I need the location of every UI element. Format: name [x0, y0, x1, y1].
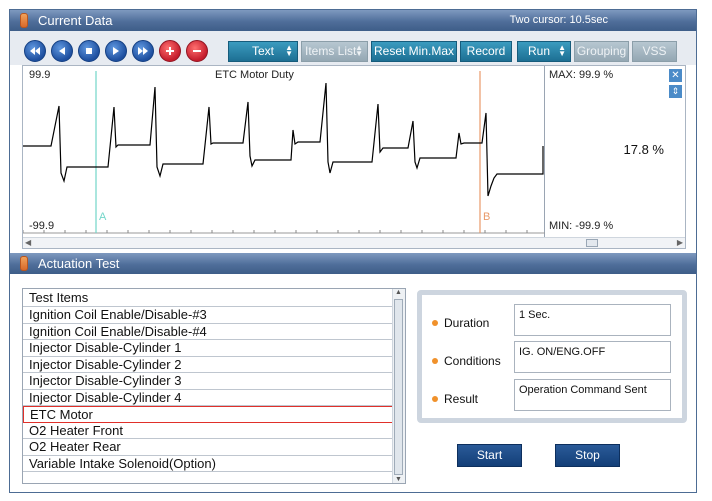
- scroll-thumb[interactable]: [586, 239, 598, 247]
- items-list-select[interactable]: Items List ▲ ▼: [301, 41, 368, 62]
- minus-icon: [193, 50, 201, 52]
- spinner-icon: ▲ ▼: [558, 43, 566, 58]
- cursor-info: Two cursor: 10.5sec: [509, 14, 608, 26]
- list-item[interactable]: Injector Disable-Cylinder 2: [23, 357, 393, 373]
- list-item[interactable]: Injector Disable-Cylinder 3: [23, 373, 393, 390]
- max-value: MAX: 99.9 %: [549, 69, 614, 81]
- run-select[interactable]: Run ▲ ▼: [517, 41, 571, 62]
- list-item[interactable]: Injector Disable-Cylinder 4: [23, 390, 393, 406]
- spinner-icon: ▲ ▼: [285, 43, 293, 58]
- list-item-selected[interactable]: ETC Motor: [23, 406, 393, 423]
- main-window: Current Data Two cursor: 10.5sec Text ▲ ▼: [9, 9, 697, 493]
- result-label: Result: [432, 392, 478, 406]
- fast-forward-icon: [138, 47, 148, 55]
- current-data-title: Current Data: [38, 13, 113, 28]
- close-icon: ✕: [671, 70, 680, 81]
- value-sidebar: MAX: 99.9 % 17.8 % MIN: -99.9 % ✕ ⇕: [546, 66, 686, 237]
- list-item[interactable]: O2 Heater Front: [23, 423, 393, 439]
- list-header: Test Items: [23, 290, 393, 307]
- text-select-label: Text: [251, 44, 274, 58]
- plus-icon: [166, 47, 174, 55]
- up-down-icon: ⇕: [671, 86, 680, 96]
- list-item[interactable]: O2 Heater Rear: [23, 439, 393, 456]
- list-item[interactable]: Ignition Coil Enable/Disable-#4: [23, 324, 393, 340]
- scroll-right-icon[interactable]: ▶: [677, 238, 683, 248]
- y-max-label: 99.9: [29, 69, 51, 81]
- horizontal-scrollbar[interactable]: ◀ ▶: [23, 237, 685, 248]
- chart-title: ETC Motor Duty: [215, 69, 294, 81]
- bullet-icon: [432, 396, 438, 402]
- test-info-panel: Duration 1 Sec. Conditions IG. ON/ENG.OF…: [417, 290, 687, 423]
- panel-handle-icon: [20, 13, 28, 28]
- actuation-test-title: Actuation Test: [38, 256, 120, 271]
- rewind-icon: [30, 47, 40, 55]
- previous-button[interactable]: [51, 40, 73, 62]
- conditions-value: IG. ON/ENG.OFF: [514, 341, 671, 373]
- cursor-a-label: A: [99, 211, 107, 223]
- y-min-label: -99.9: [29, 220, 55, 232]
- current-value: 17.8 %: [623, 142, 664, 157]
- scale-toggle-button[interactable]: ⇕: [669, 85, 682, 98]
- list-item[interactable]: Ignition Coil Enable/Disable-#3: [23, 307, 393, 324]
- record-button[interactable]: Record: [460, 41, 512, 62]
- reset-min-max-button[interactable]: Reset Min.Max: [371, 41, 457, 62]
- fast-forward-button[interactable]: [132, 40, 154, 62]
- rewind-button[interactable]: [24, 40, 46, 62]
- scroll-down-icon[interactable]: ▼: [395, 476, 402, 483]
- zoom-out-button[interactable]: [186, 40, 208, 62]
- start-button[interactable]: Start: [457, 444, 522, 467]
- grouping-button[interactable]: Grouping: [574, 41, 629, 62]
- cursor-b-label: B: [483, 211, 491, 223]
- graph-area: 99.9 -99.9 ETC Motor Duty A B MAX: 99.9 …: [22, 65, 686, 249]
- next-button[interactable]: [105, 40, 127, 62]
- stop-button[interactable]: Stop: [555, 444, 620, 467]
- bullet-icon: [432, 320, 438, 326]
- zoom-in-button[interactable]: [159, 40, 181, 62]
- current-data-header: Current Data Two cursor: 10.5sec: [10, 10, 696, 31]
- list-item[interactable]: Variable Intake Solenoid(Option): [23, 456, 393, 472]
- conditions-label: Conditions: [432, 354, 501, 368]
- test-items-list: Test Items Ignition Coil Enable/Disable-…: [22, 288, 406, 484]
- min-value: MIN: -99.9 %: [549, 220, 614, 232]
- list-scrollbar[interactable]: ▲ ▼: [392, 289, 405, 483]
- stop-playback-button[interactable]: [78, 40, 100, 62]
- list-item[interactable]: Injector Disable-Cylinder 1: [23, 340, 393, 357]
- scroll-left-icon[interactable]: ◀: [25, 238, 31, 248]
- play-back-icon: [59, 47, 65, 55]
- items-list-label: Items List: [305, 44, 357, 58]
- duration-label: Duration: [432, 316, 489, 330]
- bullet-icon: [432, 358, 438, 364]
- play-icon: [113, 47, 119, 55]
- actuation-test-header: Actuation Test: [10, 253, 696, 274]
- list-scroll-thumb[interactable]: [394, 299, 403, 475]
- graph-toolbar: Text ▲ ▼ Items List ▲ ▼ Reset Min.Max Reco…: [10, 31, 696, 65]
- text-select[interactable]: Text ▲ ▼: [228, 41, 298, 62]
- spinner-icon: ▲ ▼: [355, 43, 363, 58]
- graph-plot: 99.9 -99.9 ETC Motor Duty A B: [23, 66, 545, 237]
- etc-motor-duty-trace: [23, 82, 544, 197]
- actuation-panel: Test Items Ignition Coil Enable/Disable-…: [10, 274, 696, 492]
- vss-button[interactable]: VSS: [632, 41, 677, 62]
- result-value: Operation Command Sent: [514, 379, 671, 411]
- close-graph-button[interactable]: ✕: [669, 69, 682, 82]
- panel-handle-icon: [20, 256, 28, 271]
- run-select-label: Run: [528, 44, 551, 58]
- scroll-up-icon[interactable]: ▲: [395, 289, 402, 296]
- duration-value: 1 Sec.: [514, 304, 671, 336]
- stop-icon: [86, 48, 92, 54]
